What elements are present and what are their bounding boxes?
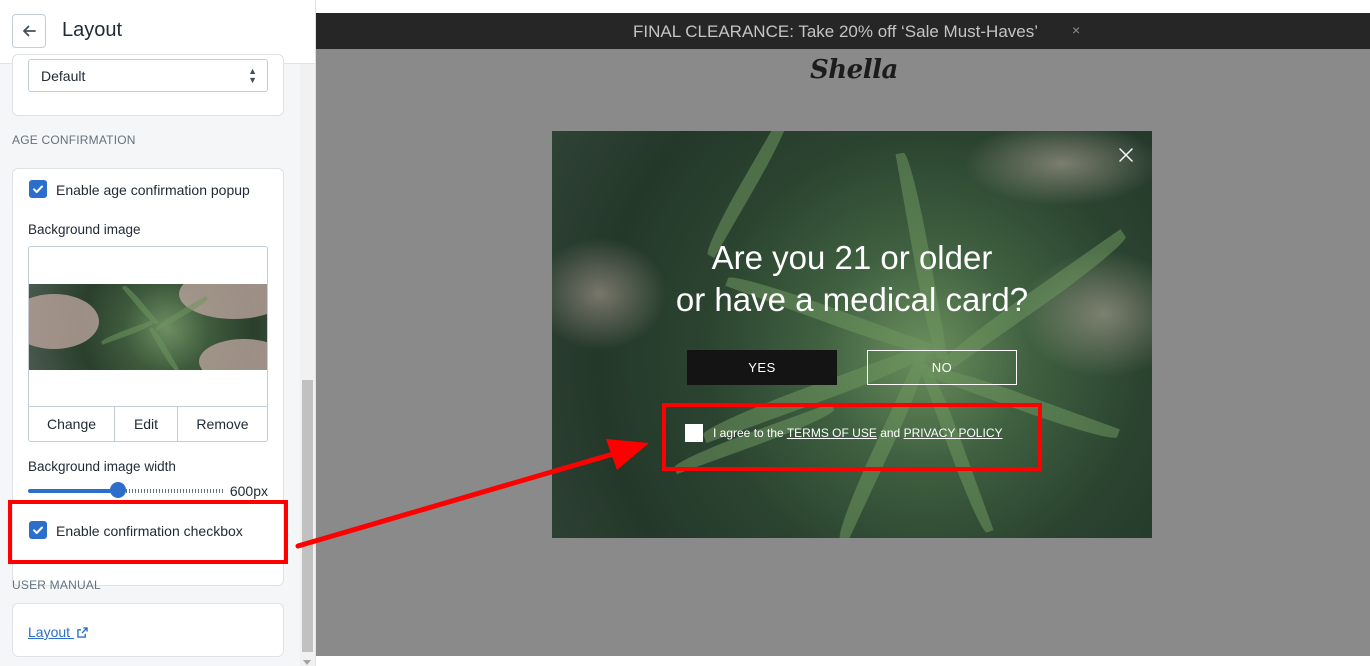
enable-popup-label: Enable age confirmation popup (56, 182, 250, 198)
change-image-button[interactable]: Change (29, 407, 115, 441)
checkmark-icon (33, 185, 43, 193)
user-manual-heading: USER MANUAL (12, 578, 101, 592)
slider-fill (28, 489, 118, 493)
annotation-highlight-preview (662, 403, 1042, 471)
layout-manual-link[interactable]: Layout (28, 624, 88, 640)
store-logo[interactable]: Shella (810, 55, 898, 85)
layout-settings-card: Default ▲ ▼ (12, 54, 284, 116)
age-confirmation-popup: Are you 21 or older or have a medical ca… (552, 131, 1152, 538)
sidebar-scroll-thumb[interactable] (302, 380, 313, 652)
age-confirmation-heading: AGE CONFIRMATION (12, 133, 136, 147)
settings-sidebar: Layout Default ▲ ▼ AGE CONFIRMATION Enabl… (0, 0, 316, 666)
yes-button[interactable]: YES (687, 350, 837, 385)
layout-select-value: Default (41, 68, 86, 84)
enable-popup-checkbox[interactable] (29, 180, 47, 198)
slider-track-rest (126, 489, 223, 493)
background-image-label: Background image (28, 222, 141, 237)
image-width-slider[interactable] (28, 482, 223, 498)
external-link-icon (77, 627, 88, 638)
sidebar-scrollbar[interactable] (300, 64, 315, 666)
sidebar-scroll-area: Default ▲ ▼ AGE CONFIRMATION Enable age c… (0, 54, 300, 666)
layout-manual-link-label: Layout (28, 624, 71, 640)
announcement-text: FINAL CLEARANCE: Take 20% off ‘Sale Must… (633, 22, 1039, 41)
arrow-left-icon (23, 25, 36, 37)
select-arrows-icon: ▲ ▼ (248, 66, 257, 85)
announcement-bar: FINAL CLEARANCE: Take 20% off ‘Sale Must… (316, 13, 1370, 49)
image-width-label: Background image width (28, 459, 176, 474)
store-preview: FINAL CLEARANCE: Take 20% off ‘Sale Must… (316, 13, 1370, 656)
edit-image-button[interactable]: Edit (115, 407, 178, 441)
annotation-highlight-setting (8, 500, 288, 564)
popup-title-line2: or have a medical card? (675, 281, 1029, 318)
scroll-down-arrow-icon[interactable] (303, 660, 311, 665)
popup-title: Are you 21 or older or have a medical ca… (552, 237, 1152, 321)
background-image-thumbnail (29, 284, 267, 370)
announcement-close-icon[interactable]: × (1072, 22, 1080, 38)
layout-select[interactable]: Default ▲ ▼ (28, 59, 268, 92)
user-manual-card: Layout (12, 603, 284, 657)
close-icon[interactable] (1118, 147, 1134, 163)
image-width-value: 600px (229, 483, 268, 499)
sidebar-title: Layout (62, 19, 123, 41)
background-image-picker: Change Edit Remove (28, 246, 268, 442)
no-button[interactable]: NO (867, 350, 1017, 385)
popup-title-line1: Are you 21 or older (711, 239, 993, 276)
image-actions: Change Edit Remove (29, 406, 267, 441)
slider-thumb[interactable] (110, 482, 126, 498)
remove-image-button[interactable]: Remove (178, 407, 267, 441)
back-button[interactable] (12, 14, 46, 48)
